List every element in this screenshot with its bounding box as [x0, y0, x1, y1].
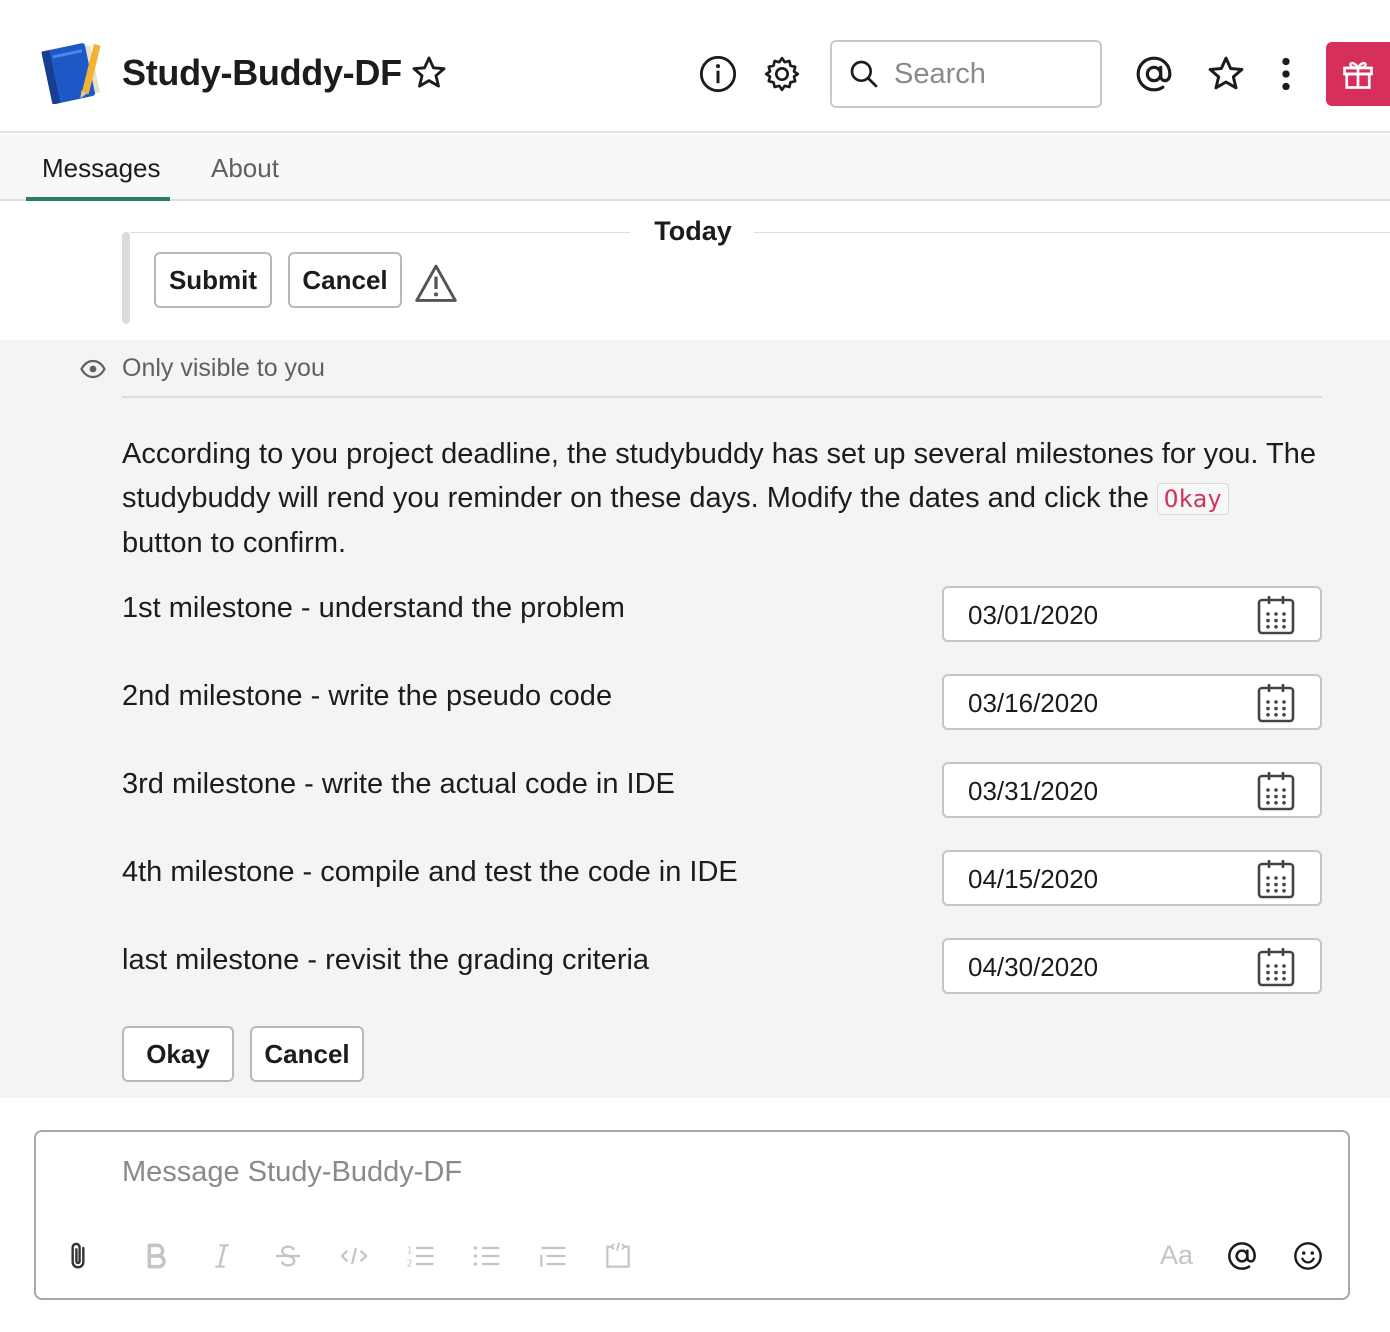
- svg-text:1: 1: [407, 1245, 413, 1256]
- visibility-note: Only visible to you: [122, 354, 325, 382]
- notebook-app-icon: [41, 43, 101, 104]
- date-value: 04/30/2020: [968, 952, 1099, 982]
- ephemeral-separator: [122, 396, 1322, 398]
- intro-text-part2: button to confirm.: [122, 527, 347, 559]
- date-value: 03/31/2020: [968, 776, 1099, 806]
- search-icon: [850, 60, 878, 88]
- mentions-at-icon[interactable]: [1134, 54, 1174, 94]
- milestone-label: 3rd milestone - write the actual code in…: [122, 768, 675, 800]
- search-input[interactable]: [894, 54, 1084, 94]
- okay-button[interactable]: Okay: [122, 1026, 234, 1082]
- day-divider-label: Today: [654, 216, 732, 246]
- day-divider-line-left: [130, 232, 630, 233]
- code-icon[interactable]: [338, 1240, 370, 1272]
- channel-header: Study-Buddy-DF: [0, 0, 1390, 133]
- svg-text:2: 2: [407, 1259, 413, 1270]
- starred-items-icon[interactable]: [1206, 54, 1246, 94]
- whats-new-button[interactable]: [1326, 42, 1390, 106]
- paperclip-icon[interactable]: [62, 1240, 94, 1272]
- italic-icon[interactable]: [206, 1240, 238, 1272]
- milestone-label: last milestone - revisit the grading cri…: [122, 944, 650, 976]
- info-icon[interactable]: [698, 54, 738, 94]
- date-value: 03/01/2020: [968, 600, 1099, 630]
- datepicker[interactable]: 03/01/2020: [942, 586, 1322, 642]
- search-field[interactable]: [830, 40, 1102, 108]
- calendar-icon[interactable]: [1256, 858, 1296, 900]
- bulleted-list-icon[interactable]: [470, 1240, 502, 1272]
- ephemeral-message: Only visible to you According to you pro…: [0, 340, 1390, 1098]
- message-input[interactable]: Message Study-Buddy-DF: [122, 1156, 462, 1189]
- date-value: 04/15/2020: [968, 864, 1099, 894]
- datepicker[interactable]: 03/31/2020: [942, 762, 1322, 818]
- prev-cancel-button[interactable]: Cancel: [288, 252, 402, 308]
- bold-icon[interactable]: [140, 1240, 172, 1272]
- more-vertical-icon[interactable]: [1266, 54, 1306, 94]
- calendar-icon[interactable]: [1256, 682, 1296, 724]
- strikethrough-icon[interactable]: [272, 1240, 304, 1272]
- date-value: 03/16/2020: [968, 688, 1099, 718]
- calendar-icon[interactable]: [1256, 770, 1296, 812]
- milestone-label: 2nd milestone - write the pseudo code: [122, 680, 613, 712]
- calendar-icon[interactable]: [1256, 594, 1296, 636]
- message-composer[interactable]: Message Study-Buddy-DF 1 2 Aa: [34, 1130, 1350, 1300]
- warning-icon: [415, 264, 457, 302]
- channel-title: Study-Buddy-DF: [122, 52, 402, 93]
- intro-text-part1: According to you project deadline, the s…: [122, 438, 1316, 514]
- active-tab-indicator: [26, 197, 170, 201]
- day-divider-line-right: [754, 232, 1390, 233]
- datepicker[interactable]: 04/30/2020: [942, 938, 1322, 994]
- calendar-icon[interactable]: [1256, 946, 1296, 988]
- star-icon[interactable]: [410, 54, 448, 92]
- milestone-label: 4th milestone - compile and test the cod…: [122, 856, 738, 888]
- code-block-icon[interactable]: [602, 1240, 634, 1272]
- datepicker[interactable]: 03/16/2020: [942, 674, 1322, 730]
- ordered-list-icon[interactable]: 1 2: [404, 1240, 436, 1272]
- cancel-button[interactable]: Cancel: [250, 1026, 364, 1082]
- blockquote-icon[interactable]: [536, 1240, 568, 1272]
- gift-icon: [1343, 61, 1373, 89]
- milestone-intro-text: According to you project deadline, the s…: [122, 432, 1322, 565]
- milestone-label: 1st milestone - understand the problem: [122, 592, 625, 624]
- submit-button[interactable]: Submit: [154, 252, 272, 308]
- tab-messages[interactable]: Messages: [42, 153, 161, 184]
- tab-about[interactable]: About: [211, 153, 279, 184]
- mention-at-icon[interactable]: [1226, 1240, 1258, 1272]
- gear-icon[interactable]: [762, 54, 802, 94]
- channel-tabs: Messages About: [0, 135, 1390, 201]
- emoji-icon[interactable]: [1292, 1240, 1324, 1272]
- attachment-bar: [122, 232, 130, 324]
- formatting-toggle[interactable]: Aa: [1160, 1240, 1193, 1271]
- eye-icon: [80, 359, 106, 379]
- datepicker[interactable]: 04/15/2020: [942, 850, 1322, 906]
- inline-code-okay: Okay: [1156, 483, 1229, 515]
